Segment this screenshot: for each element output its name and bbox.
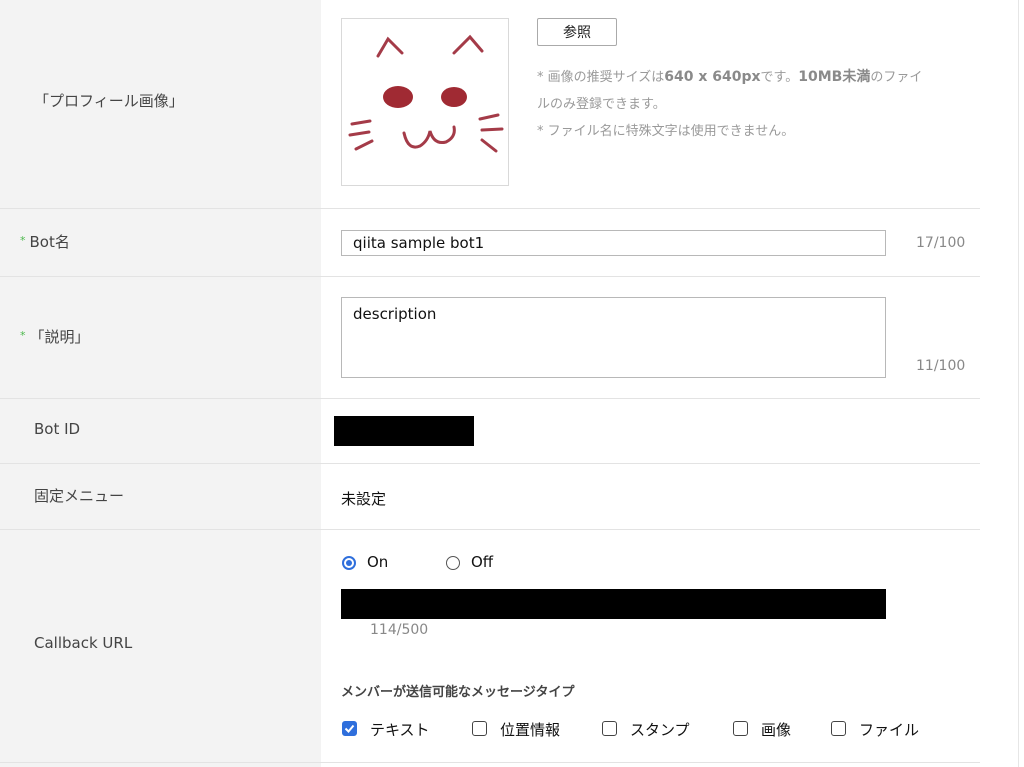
callback-url-label: Callback URL xyxy=(34,634,133,652)
type-location-label[interactable]: 位置情報 xyxy=(500,719,560,740)
browse-button[interactable]: 参照 xyxy=(537,18,617,46)
bot-name-input[interactable]: qiita sample bot1 xyxy=(341,230,886,256)
cat-face-icon xyxy=(348,34,504,153)
right-divider xyxy=(1018,0,1019,767)
type-text-label[interactable]: テキスト xyxy=(370,719,430,740)
row-divider xyxy=(0,529,980,530)
filename-hint: * ファイル名に特殊文字は使用できません。 xyxy=(537,124,795,139)
type-text-checkbox[interactable] xyxy=(342,721,357,736)
fixed-menu-label: 固定メニュー xyxy=(34,487,125,505)
message-types-title: メンバーが送信可能なメッセージタイプ xyxy=(341,685,575,700)
required-mark: * xyxy=(20,234,26,247)
callback-url-count: 114/500 xyxy=(370,622,429,638)
fixed-menu-value: 未設定 xyxy=(341,490,387,508)
type-sticker-label[interactable]: スタンプ xyxy=(630,719,690,740)
row-divider xyxy=(0,276,980,277)
type-location-checkbox[interactable] xyxy=(472,721,487,736)
type-file-label[interactable]: ファイル xyxy=(859,719,919,740)
required-mark: * xyxy=(20,329,26,342)
image-size-hint: * 画像の推奨サイズは640 x 640pxです。10MB未満のファイ xyxy=(537,69,923,85)
callback-on-radio[interactable] xyxy=(342,556,356,570)
bot-name-label: * Bot名 xyxy=(20,233,70,251)
callback-url-input-redacted[interactable] xyxy=(341,589,886,619)
check-icon xyxy=(344,724,355,733)
profile-image-label: 「プロフィール画像」 xyxy=(34,92,184,110)
callback-on-label[interactable]: On xyxy=(367,553,388,571)
row-divider xyxy=(0,398,980,399)
image-size-hint-cont: ルのみ登録できます。 xyxy=(537,97,666,112)
type-file-checkbox[interactable] xyxy=(831,721,846,736)
type-image-label[interactable]: 画像 xyxy=(761,719,791,740)
type-image-checkbox[interactable] xyxy=(733,721,748,736)
callback-off-radio[interactable] xyxy=(446,556,460,570)
description-count: 11/100 xyxy=(916,358,966,374)
bot-id-label: Bot ID xyxy=(34,420,81,438)
description-label: * 「説明」 xyxy=(20,328,90,346)
profile-image-preview xyxy=(341,18,509,186)
row-divider xyxy=(0,463,980,464)
row-divider xyxy=(0,762,980,763)
description-textarea[interactable]: description xyxy=(341,297,886,378)
bot-name-count: 17/100 xyxy=(916,235,966,251)
callback-off-label[interactable]: Off xyxy=(471,553,493,571)
type-sticker-checkbox[interactable] xyxy=(602,721,617,736)
row-divider xyxy=(0,208,980,209)
bot-id-redacted xyxy=(334,416,474,446)
